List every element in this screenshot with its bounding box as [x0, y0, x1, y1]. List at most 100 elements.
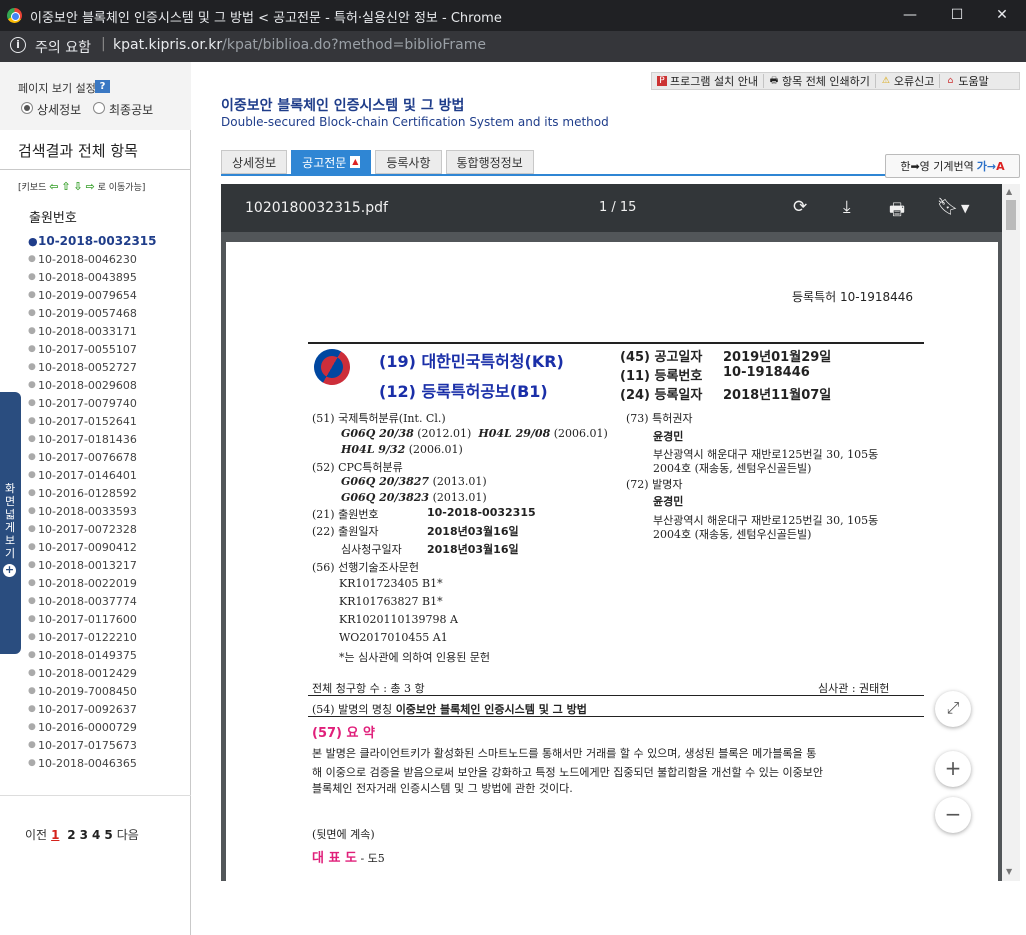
- zoom-out-button[interactable]: −: [935, 797, 971, 833]
- abstract-line: 블록체인 전자거래 인증시스템 및 그 방법에 관한 것이다.: [312, 782, 573, 795]
- list-item[interactable]: ● 10-2018-0043895: [28, 268, 188, 286]
- list-item[interactable]: ● 10-2018-0033171: [28, 322, 188, 340]
- pager-next[interactable]: 다음: [117, 828, 139, 842]
- print-all-link[interactable]: 🖶 항목 전체 인쇄하기: [764, 74, 876, 88]
- list-item[interactable]: ● 10-2018-0149375: [28, 646, 188, 664]
- chevron-down-icon[interactable]: ▼: [961, 202, 969, 215]
- ipc-code: H04L 9/32: [341, 443, 406, 456]
- download-icon[interactable]: ⤓: [843, 197, 851, 217]
- list-item[interactable]: ● 10-2017-0092637: [28, 700, 188, 718]
- bullet-icon: ●: [28, 380, 36, 390]
- rotate-icon[interactable]: ⟳: [793, 197, 807, 217]
- appdate-label: (22) 출원일자: [312, 525, 379, 538]
- bullet-icon: ●: [28, 326, 36, 336]
- pager-page-3[interactable]: 3: [80, 828, 88, 842]
- help-link[interactable]: ⌂ 도움말: [940, 74, 993, 88]
- list-item[interactable]: ● 10-2017-0122210: [28, 628, 188, 646]
- list-item[interactable]: ● 10-2017-0055107: [28, 340, 188, 358]
- wide-view-tab[interactable]: 화면넓게보기 +: [0, 392, 21, 654]
- appno-label: (21) 출원번호: [312, 508, 379, 521]
- help-icon[interactable]: ?: [95, 80, 110, 93]
- list-item[interactable]: ● 10-2017-0072328: [28, 520, 188, 538]
- tab-admin-info[interactable]: 통합행정정보: [445, 150, 534, 174]
- list-item[interactable]: ● 10-2018-0013217: [28, 556, 188, 574]
- security-warning[interactable]: 주의 요함: [35, 37, 91, 57]
- help-label: 도움말: [958, 75, 989, 88]
- radio-detail[interactable]: [21, 102, 33, 114]
- reg-date-value: 2018년11월07일: [723, 388, 832, 403]
- list-item[interactable]: ● 10-2018-0046365: [28, 754, 188, 772]
- radio-final[interactable]: [93, 102, 105, 114]
- bookmark-icon[interactable]: 🔖︎: [937, 197, 959, 217]
- bullet-icon: ●: [28, 254, 36, 264]
- list-item[interactable]: ● 10-2019-0057468: [28, 304, 188, 322]
- owner-name: 윤경민: [653, 430, 684, 443]
- prior-art-item: WO2017010455 A1: [339, 631, 448, 644]
- translate-button[interactable]: 한➡영 기계번역 가→A: [885, 154, 1020, 178]
- pdf-page: 등록특허 10-1918446 (19) 대한민국특허청(KR) (12) 등록…: [226, 242, 998, 881]
- zoom-in-button[interactable]: +: [935, 751, 971, 787]
- list-item[interactable]: ● 10-2018-0037774: [28, 592, 188, 610]
- list-item[interactable]: ● 10-2017-0152641: [28, 412, 188, 430]
- pager-page-1[interactable]: 1: [51, 828, 59, 842]
- list-item[interactable]: ● 10-2017-0181436: [28, 430, 188, 448]
- bullet-icon: ●: [28, 614, 36, 624]
- minimize-button[interactable]: —: [895, 4, 925, 26]
- pub-date-value: 2019년01월29일: [723, 350, 832, 365]
- left-panel: 페이지 보기 설정 ? 상세정보 최종공보 검색결과 전체 항목 [키보드 ⇦ …: [0, 62, 191, 935]
- list-item[interactable]: ● 10-2019-0079654: [28, 286, 188, 304]
- bullet-icon: ●: [28, 506, 36, 516]
- scroll-down-icon[interactable]: ▼: [1006, 867, 1012, 876]
- report-error-link[interactable]: ⚠ 오류신고: [876, 74, 941, 88]
- pdf-page-indicator: 1 / 15: [599, 200, 637, 215]
- url-text[interactable]: kpat.kipris.or.kr/kpat/biblioa.do?method…: [113, 37, 486, 53]
- list-item[interactable]: ● 10-2018-0052727: [28, 358, 188, 376]
- list-item[interactable]: ● 10-2017-0079740: [28, 394, 188, 412]
- list-item[interactable]: ● 10-2018-0032315: [28, 232, 188, 250]
- tab-registration[interactable]: 등록사항: [375, 150, 442, 174]
- list-item[interactable]: ● 10-2018-0012429: [28, 664, 188, 682]
- close-button[interactable]: ✕: [987, 4, 1017, 26]
- tab-full-text[interactable]: 공고전문 ▲: [291, 150, 372, 174]
- issuing-office: (19) 대한민국특허청(KR): [379, 352, 564, 371]
- list-item[interactable]: ● 10-2018-0029608: [28, 376, 188, 394]
- pager-prev[interactable]: 이전: [25, 828, 47, 842]
- list-item[interactable]: ● 10-2017-0117600: [28, 610, 188, 628]
- pager-page-5[interactable]: 5: [104, 828, 112, 842]
- install-guide-link[interactable]: P 프로그램 설치 안내: [652, 74, 764, 88]
- pager-page-4[interactable]: 4: [92, 828, 100, 842]
- maximize-button[interactable]: ☐: [942, 4, 972, 26]
- list-item[interactable]: ● 10-2016-0128592: [28, 484, 188, 502]
- keys-prefix: [키보드: [18, 183, 47, 193]
- list-item-label: 10-2018-0046365: [38, 756, 137, 770]
- bullet-icon: ●: [28, 704, 36, 714]
- list-item-label: 10-2017-0090412: [38, 540, 137, 554]
- printer-icon: 🖶: [769, 76, 779, 86]
- arrow-left-icon: ⇦: [49, 180, 59, 193]
- arrow-up-icon: ⇧: [61, 180, 71, 193]
- list-item-label: 10-2017-0072328: [38, 522, 137, 536]
- scrollbar[interactable]: ▲ ▼: [1002, 184, 1020, 881]
- radio-final-label[interactable]: 최종공보: [109, 101, 153, 118]
- list-item[interactable]: ● 10-2019-7008450: [28, 682, 188, 700]
- pager-page-2[interactable]: 2: [67, 828, 75, 842]
- radio-detail-label[interactable]: 상세정보: [37, 101, 81, 118]
- scroll-thumb[interactable]: [1006, 200, 1016, 230]
- list-item[interactable]: ● 10-2017-0090412: [28, 538, 188, 556]
- list-item-label: 10-2018-0149375: [38, 648, 137, 662]
- list-item[interactable]: ● 10-2018-0033593: [28, 502, 188, 520]
- list-item[interactable]: ● 10-2018-0046230: [28, 250, 188, 268]
- list-item[interactable]: ● 10-2017-0076678: [28, 448, 188, 466]
- list-item[interactable]: ● 10-2017-0146401: [28, 466, 188, 484]
- info-icon[interactable]: i: [10, 37, 26, 53]
- print-icon[interactable]: 🖶: [889, 197, 905, 226]
- fit-page-button[interactable]: ⤢: [935, 691, 971, 727]
- list-item[interactable]: ● 10-2017-0175673: [28, 736, 188, 754]
- scroll-up-icon[interactable]: ▲: [1006, 187, 1012, 196]
- list-item[interactable]: ● 10-2018-0022019: [28, 574, 188, 592]
- owner-label: (73) 특허권자: [626, 412, 693, 425]
- address-bar[interactable]: i 주의 요함 | kpat.kipris.or.kr/kpat/biblioa…: [0, 31, 1026, 62]
- list-item[interactable]: ● 10-2016-0000729: [28, 718, 188, 736]
- plus-icon: +: [3, 563, 16, 577]
- tab-detail[interactable]: 상세정보: [221, 150, 288, 174]
